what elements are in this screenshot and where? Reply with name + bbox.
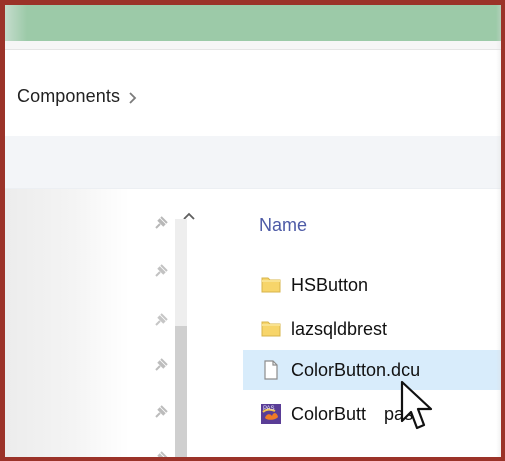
file-row-lazsqldbrest[interactable]: lazsqldbrest <box>243 309 501 349</box>
pin-icon[interactable] <box>153 404 169 420</box>
svg-text:PAS: PAS <box>263 406 275 412</box>
scrollbar-thumb[interactable] <box>175 326 187 457</box>
title-bar-shadow <box>5 5 27 41</box>
file-explorer-window: Components Name HSButton lazsqldbrest Co… <box>5 5 501 457</box>
file-name-label: lazsqldbrest <box>291 318 388 339</box>
address-bar[interactable]: Components <box>5 49 501 137</box>
pin-icon[interactable] <box>153 215 169 231</box>
pin-icon[interactable] <box>153 312 169 328</box>
toolbar-band <box>5 136 501 189</box>
folder-icon <box>261 321 281 337</box>
pin-icon[interactable] <box>153 357 169 373</box>
pin-icon[interactable] <box>153 450 169 457</box>
file-name-prefix: ColorButt <box>291 403 367 424</box>
chevron-right-icon[interactable] <box>128 91 138 105</box>
file-name-label: ColorButton.dcu <box>291 359 421 380</box>
folder-icon <box>261 277 281 293</box>
pin-icon[interactable] <box>153 263 169 279</box>
file-row-colorbutton-pas[interactable]: PAS ColorButt pas <box>243 394 501 434</box>
name-column-header[interactable]: Name <box>259 215 307 236</box>
breadcrumb: Components <box>17 86 138 107</box>
file-row-colorbutton-dcu[interactable]: ColorButton.dcu <box>243 350 501 390</box>
file-row-hsbutton[interactable]: HSButton <box>243 265 501 305</box>
document-icon <box>264 360 278 380</box>
window-right-edge <box>496 5 501 457</box>
file-name-label: HSButton <box>291 274 369 295</box>
pascal-source-icon: PAS <box>261 404 281 424</box>
breadcrumb-current[interactable]: Components <box>17 86 120 107</box>
navigation-pane-blur <box>5 189 129 457</box>
mouse-cursor-icon <box>400 380 433 430</box>
window-title-bar[interactable] <box>5 5 501 41</box>
